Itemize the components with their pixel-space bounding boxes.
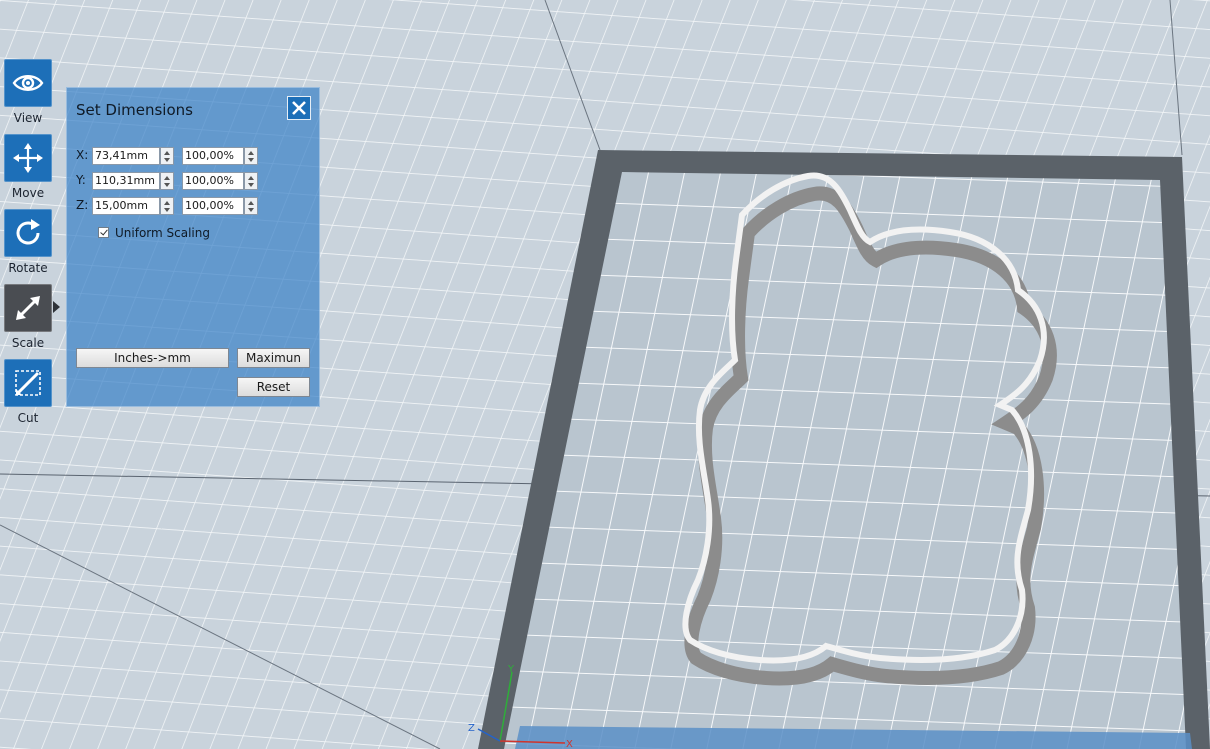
percent-y-stepper[interactable] bbox=[244, 172, 258, 190]
percent-y-input[interactable]: 100,00% bbox=[182, 172, 244, 190]
axis-x-label: X bbox=[566, 739, 573, 749]
cut-icon bbox=[15, 370, 41, 396]
rotate-icon bbox=[16, 219, 40, 245]
axis-label: X: bbox=[76, 148, 89, 162]
stepper-down-icon bbox=[248, 183, 254, 187]
percent-z-input[interactable]: 100,00% bbox=[182, 197, 244, 215]
percent-x-stepper[interactable] bbox=[244, 147, 258, 165]
size-y-input[interactable]: 110,31mm bbox=[92, 172, 160, 190]
cut-button[interactable] bbox=[4, 359, 52, 407]
stepper-up-icon bbox=[248, 151, 254, 155]
size-z-stepper[interactable] bbox=[160, 197, 174, 215]
close-icon bbox=[292, 101, 306, 115]
tool-label-rotate: Rotate bbox=[8, 261, 48, 275]
percent-z-stepper[interactable] bbox=[244, 197, 258, 215]
stepper-up-icon bbox=[164, 151, 170, 155]
axis-label: Y: bbox=[76, 173, 86, 187]
stepper-up-icon bbox=[248, 201, 254, 205]
tool-label-scale: Scale bbox=[11, 336, 45, 350]
stepper-down-icon bbox=[248, 208, 254, 212]
size-x-input[interactable]: 73,41mm bbox=[92, 147, 160, 165]
tool-cut[interactable]: Cut bbox=[4, 359, 52, 425]
stepper-down-icon bbox=[164, 208, 170, 212]
reset-button[interactable]: Reset bbox=[237, 377, 310, 397]
maximum-button[interactable]: Maximun bbox=[237, 348, 310, 368]
rotate-button[interactable] bbox=[4, 209, 52, 257]
tool-label-cut: Cut bbox=[17, 411, 39, 425]
tool-scale[interactable]: Scale bbox=[4, 284, 52, 350]
scale-button[interactable] bbox=[4, 284, 52, 332]
tool-move[interactable]: Move bbox=[4, 134, 52, 200]
inches-to-mm-button[interactable]: Inches->mm bbox=[76, 348, 229, 368]
move-arrows-icon bbox=[13, 143, 43, 173]
stepper-up-icon bbox=[248, 176, 254, 180]
size-x-stepper[interactable] bbox=[160, 147, 174, 165]
stepper-up-icon bbox=[164, 201, 170, 205]
stepper-down-icon bbox=[164, 158, 170, 162]
build-plate bbox=[478, 150, 1210, 749]
uniform-scaling-label: Uniform Scaling bbox=[115, 226, 210, 240]
axis-label: Z: bbox=[76, 198, 89, 212]
percent-x-input[interactable]: 100,00% bbox=[182, 147, 244, 165]
set-dimensions-panel: Set Dimensions X: 73,41mm 100,00% Y: 110… bbox=[66, 87, 320, 407]
tool-view[interactable]: View bbox=[4, 59, 52, 125]
stepper-down-icon bbox=[248, 158, 254, 162]
tool-label-move: Move bbox=[11, 186, 45, 200]
active-tool-indicator bbox=[53, 301, 60, 313]
size-y-stepper[interactable] bbox=[160, 172, 174, 190]
size-z-input[interactable]: 15,00mm bbox=[92, 197, 160, 215]
move-button[interactable] bbox=[4, 134, 52, 182]
uniform-scaling-checkbox[interactable] bbox=[98, 227, 109, 238]
tool-label-view: View bbox=[13, 111, 43, 125]
view-button[interactable] bbox=[4, 59, 52, 107]
eye-icon bbox=[12, 75, 44, 91]
scale-arrow-icon bbox=[16, 296, 40, 320]
stepper-up-icon bbox=[164, 176, 170, 180]
close-button[interactable] bbox=[287, 96, 311, 120]
axis-y-label: Y bbox=[507, 664, 515, 675]
tool-rotate[interactable]: Rotate bbox=[4, 209, 52, 275]
stepper-down-icon bbox=[164, 183, 170, 187]
axis-z-label: Z bbox=[468, 723, 475, 734]
panel-title: Set Dimensions bbox=[76, 101, 193, 119]
